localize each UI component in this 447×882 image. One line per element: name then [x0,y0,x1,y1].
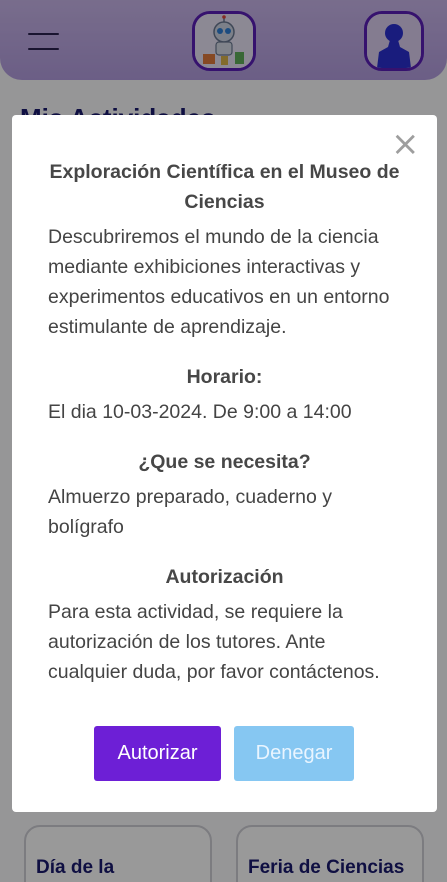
modal-actions: Autorizar Denegar [12,726,437,781]
activity-title: Exploración Científica en el Museo de Ci… [49,161,400,213]
authorization-heading: Autorización [165,566,284,588]
needs-text: Almuerzo preparado, cuaderno y bolígrafo [48,486,332,538]
needs-heading: ¿Que se necesita? [138,451,311,473]
authorize-button[interactable]: Autorizar [94,726,221,781]
schedule-heading: Horario: [186,366,263,388]
close-icon[interactable]: × [391,127,420,161]
schedule-text: El dia 10-03-2024. De 9:00 a 14:00 [48,401,352,423]
modal-content: Exploración Científica en el Museo de Ci… [48,157,401,687]
activity-description: Descubriremos el mundo de la ciencia med… [48,226,390,338]
activity-detail-modal: × Exploración Científica en el Museo de … [12,115,437,812]
authorization-text: Para esta actividad, se requiere la auto… [48,601,380,683]
deny-button[interactable]: Denegar [234,726,354,781]
